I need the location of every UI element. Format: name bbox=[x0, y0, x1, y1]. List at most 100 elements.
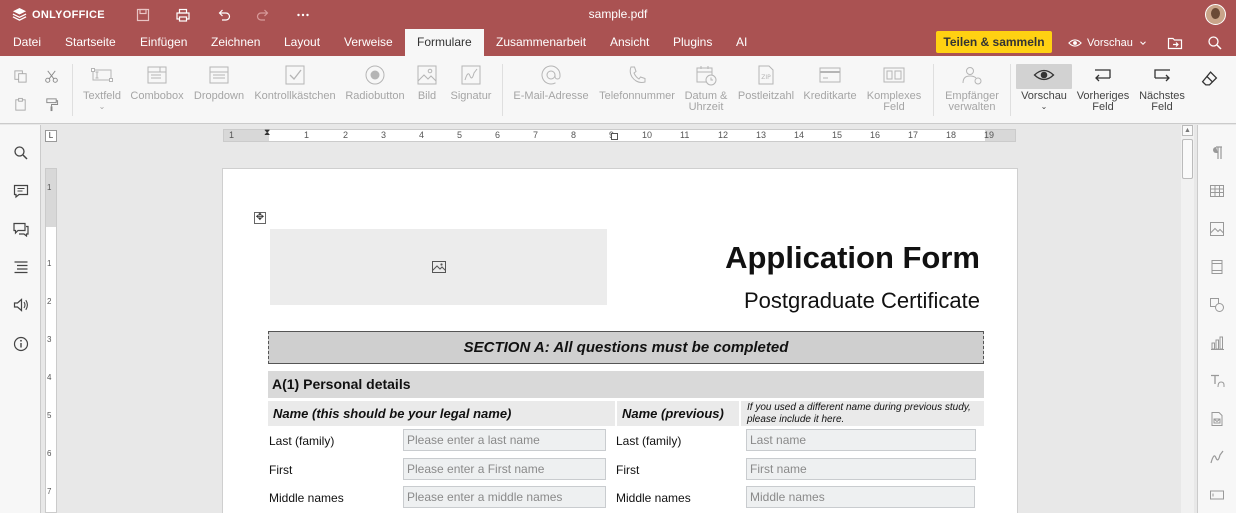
eraser-icon[interactable] bbox=[1199, 68, 1219, 88]
menu-formulare[interactable]: Formulare bbox=[405, 29, 484, 56]
combobox-button[interactable]: Combobox bbox=[129, 62, 185, 102]
ruler-number: 8 bbox=[571, 130, 577, 140]
info-icon[interactable] bbox=[12, 335, 30, 353]
middle-names-field[interactable]: Please enter a middle names bbox=[403, 486, 606, 508]
title-bar: ONLYOFFICE sample.pdf bbox=[0, 0, 1236, 29]
copy-icon[interactable] bbox=[11, 67, 29, 85]
tab-marker[interactable] bbox=[611, 133, 618, 140]
previous-first-name-field[interactable]: First name bbox=[746, 458, 976, 480]
share-button[interactable]: Teilen & sammeln bbox=[936, 31, 1052, 53]
menu-verweise[interactable]: Verweise bbox=[332, 29, 405, 56]
paste-icon[interactable] bbox=[11, 95, 29, 113]
empfaenger-label-2: verwalten bbox=[948, 101, 996, 113]
postleitzahl-button[interactable]: ZIP Postleitzahl bbox=[736, 62, 796, 102]
legal-name-header: Name (this should be your legal name) bbox=[268, 401, 615, 426]
ruler-number: 3 bbox=[47, 335, 52, 344]
search-icon[interactable] bbox=[12, 144, 30, 162]
previous-last-name-field[interactable]: Last name bbox=[746, 429, 976, 451]
kontrollkaestchen-button[interactable]: Kontrollkästchen bbox=[252, 62, 338, 102]
telefon-button[interactable]: Telefonnummer bbox=[597, 62, 677, 102]
vorheriges-feld-button[interactable]: Vorheriges Feld bbox=[1074, 62, 1132, 113]
menu-startseite[interactable]: Startseite bbox=[53, 29, 128, 56]
header-footer-icon[interactable] bbox=[1208, 258, 1226, 276]
menu-einfuegen[interactable]: Einfügen bbox=[128, 29, 199, 56]
personal-details-heading: A(1) Personal details bbox=[268, 371, 984, 398]
menu-zusammenarbeit[interactable]: Zusammenarbeit bbox=[484, 29, 598, 56]
naechstes-feld-button[interactable]: Nächstes Feld bbox=[1135, 62, 1189, 113]
paragraph-icon[interactable] bbox=[1208, 144, 1226, 162]
speaker-icon[interactable] bbox=[12, 296, 30, 314]
horizontal-ruler[interactable]: 1 1 2 3 4 5 6 7 8 9 10 11 12 13 14 15 16… bbox=[223, 128, 1016, 142]
undo-icon[interactable] bbox=[214, 5, 234, 25]
textfeld-label: Textfeld bbox=[83, 90, 121, 102]
chat-icon[interactable] bbox=[12, 220, 30, 238]
vertical-scrollbar[interactable]: ▲ bbox=[1181, 125, 1194, 513]
signatur-button[interactable]: Signatur bbox=[448, 62, 494, 102]
bild-button[interactable]: Bild bbox=[412, 62, 442, 102]
radiobutton-button[interactable]: Radiobutton bbox=[343, 62, 407, 102]
first-name-field[interactable]: Please enter a First name bbox=[403, 458, 606, 480]
form-icon[interactable] bbox=[1208, 486, 1226, 504]
image-placeholder[interactable] bbox=[270, 229, 607, 305]
scroll-up-arrow[interactable]: ▲ bbox=[1182, 125, 1193, 136]
signature-icon[interactable] bbox=[1208, 448, 1226, 466]
vertical-ruler[interactable]: 1 1 2 3 4 5 6 7 bbox=[45, 168, 57, 513]
vorheriges-label-2: Feld bbox=[1092, 101, 1114, 113]
complex-field-icon bbox=[881, 62, 907, 88]
user-avatar[interactable] bbox=[1205, 4, 1226, 25]
ruler-number: 4 bbox=[47, 373, 52, 382]
menu-ansicht[interactable]: Ansicht bbox=[598, 29, 661, 56]
ruler-number: 18 bbox=[946, 130, 957, 140]
next-field-icon bbox=[1149, 62, 1175, 88]
email-button[interactable]: E-Mail-Adresse bbox=[511, 62, 591, 102]
table-icon[interactable] bbox=[1208, 182, 1226, 200]
search-icon[interactable] bbox=[1205, 33, 1225, 53]
datum-label-2: Uhrzeit bbox=[688, 101, 724, 113]
menu-zeichnen[interactable]: Zeichnen bbox=[199, 29, 272, 56]
indent-marker[interactable]: ⧗ bbox=[264, 128, 270, 137]
ruler-number: 13 bbox=[756, 130, 767, 140]
print-icon[interactable] bbox=[173, 5, 193, 25]
tab-stop-selector[interactable]: L bbox=[45, 130, 57, 142]
image-icon[interactable] bbox=[1208, 220, 1226, 238]
more-icon[interactable] bbox=[293, 5, 313, 25]
ruler-number: 4 bbox=[419, 130, 425, 140]
save-icon[interactable] bbox=[133, 5, 153, 25]
menu-ai[interactable]: AI bbox=[724, 29, 759, 56]
komplexes-feld-button[interactable]: Komplexes Feld bbox=[864, 62, 924, 113]
mail-merge-icon[interactable] bbox=[1208, 410, 1226, 428]
scroll-thumb[interactable] bbox=[1182, 139, 1193, 179]
ruler-number: 12 bbox=[718, 130, 729, 140]
redo-icon[interactable] bbox=[253, 5, 273, 25]
format-painter-icon[interactable] bbox=[42, 95, 60, 113]
menu-plugins[interactable]: Plugins bbox=[661, 29, 724, 56]
table-move-handle[interactable]: ✥ bbox=[254, 212, 266, 224]
vorschau-button[interactable]: Vorschau ⌄ bbox=[1016, 62, 1072, 111]
radiobutton-label: Radiobutton bbox=[345, 90, 405, 102]
email-label: E-Mail-Adresse bbox=[513, 90, 589, 102]
form-subtitle: Postgraduate Certificate bbox=[743, 288, 980, 313]
dropdown-button[interactable]: Dropdown bbox=[191, 62, 247, 102]
cut-icon[interactable] bbox=[42, 67, 60, 85]
datum-uhrzeit-button[interactable]: Datum & Uhrzeit bbox=[682, 62, 730, 113]
menu-layout[interactable]: Layout bbox=[272, 29, 332, 56]
zip-icon: ZIP bbox=[753, 62, 779, 88]
textart-icon[interactable] bbox=[1208, 372, 1226, 390]
open-location-icon[interactable] bbox=[1165, 33, 1185, 53]
ruler-number: 5 bbox=[47, 411, 52, 420]
navigation-icon[interactable] bbox=[12, 258, 30, 276]
last-name-field[interactable]: Please enter a last name bbox=[403, 429, 606, 451]
previous-middle-names-field[interactable]: Middle names bbox=[746, 486, 975, 508]
ruler-number: 1 bbox=[229, 130, 235, 140]
document-page[interactable]: ✥ Application Form Postgraduate Certific… bbox=[222, 168, 1018, 513]
preview-mode-dropdown[interactable]: Vorschau bbox=[1068, 29, 1148, 56]
shape-icon[interactable] bbox=[1208, 296, 1226, 314]
menu-datei[interactable]: Datei bbox=[1, 29, 53, 56]
previous-field-icon bbox=[1090, 62, 1116, 88]
phone-icon bbox=[624, 62, 650, 88]
empfaenger-verwalten-button[interactable]: Empfänger verwalten bbox=[940, 62, 1004, 113]
chart-icon[interactable] bbox=[1208, 334, 1226, 352]
kreditkarte-button[interactable]: Kreditkarte bbox=[801, 62, 859, 102]
comment-icon[interactable] bbox=[12, 182, 30, 200]
textfeld-button[interactable]: Textfeld ⌄ bbox=[80, 62, 124, 111]
